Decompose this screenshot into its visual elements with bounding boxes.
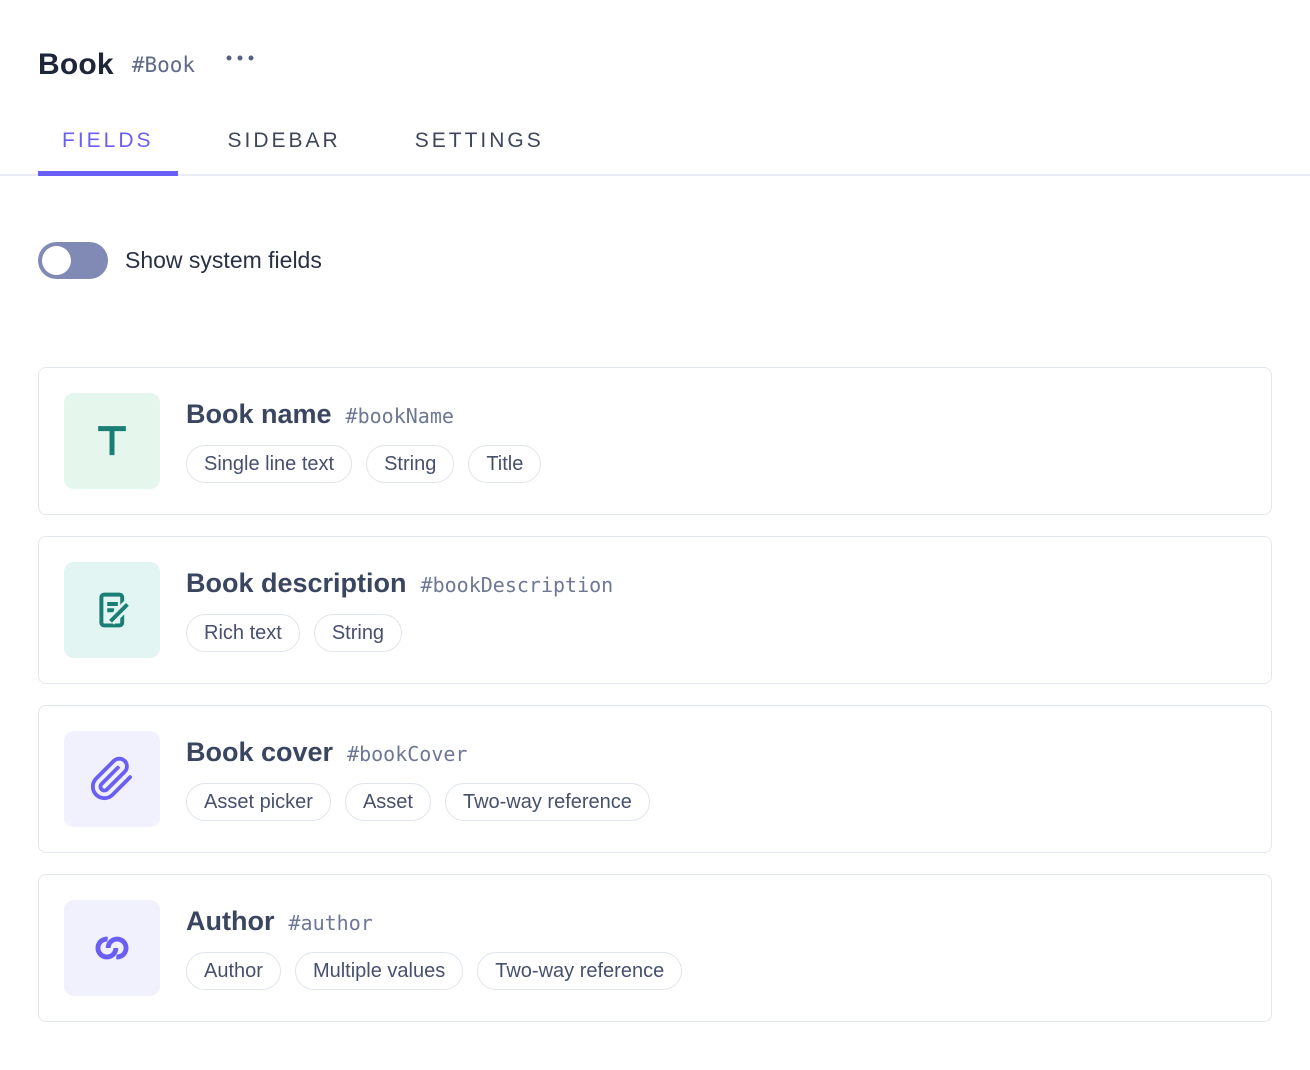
field-title-row: Book name #bookName xyxy=(186,399,541,430)
field-badge: Rich text xyxy=(186,614,300,652)
reference-icon xyxy=(64,900,160,996)
field-name: Book cover xyxy=(186,737,333,768)
field-badge: Asset xyxy=(345,783,431,821)
model-editor-page: Book #Book FIELDS SIDEBAR SETTINGS Show … xyxy=(0,0,1310,1022)
field-badge: Asset picker xyxy=(186,783,331,821)
toggle-knob xyxy=(42,246,71,275)
tab-fields-label: FIELDS xyxy=(62,129,154,152)
field-name: Book name xyxy=(186,399,332,430)
tab-fields[interactable]: FIELDS xyxy=(38,112,178,174)
field-body: Book name #bookName Single line text Stri… xyxy=(186,399,541,483)
single-line-text-icon xyxy=(64,393,160,489)
field-card[interactable]: Book name #bookName Single line text Stri… xyxy=(38,367,1272,515)
field-name: Book description xyxy=(186,568,407,599)
field-name: Author xyxy=(186,906,274,937)
show-system-fields-toggle[interactable] xyxy=(38,242,108,279)
field-body: Author #author Author Multiple values Two-… xyxy=(186,906,682,990)
field-badge: Multiple values xyxy=(295,952,463,990)
model-header: Book #Book xyxy=(38,46,1272,84)
field-badge: String xyxy=(366,445,454,483)
field-card[interactable]: Book cover #bookCover Asset picker Asset T… xyxy=(38,705,1272,853)
field-api-id: #bookName xyxy=(346,404,454,428)
tab-bar: FIELDS SIDEBAR SETTINGS xyxy=(0,112,1310,176)
field-badges: Asset picker Asset Two-way reference xyxy=(186,783,650,821)
field-badge: Author xyxy=(186,952,281,990)
field-badges: Single line text String Title xyxy=(186,445,541,483)
field-body: Book cover #bookCover Asset picker Asset T… xyxy=(186,737,650,821)
field-title-row: Book cover #bookCover xyxy=(186,737,650,768)
field-badge: Two-way reference xyxy=(445,783,650,821)
field-card[interactable]: Author #author Author Multiple values Two-… xyxy=(38,874,1272,1022)
model-menu-button[interactable] xyxy=(221,50,259,66)
model-api-id: #Book xyxy=(132,53,195,77)
field-title-row: Author #author xyxy=(186,906,682,937)
show-system-fields-row: Show system fields xyxy=(38,242,1272,279)
field-api-id: #bookCover xyxy=(347,742,467,766)
field-badge: Two-way reference xyxy=(477,952,682,990)
rich-text-icon xyxy=(64,562,160,658)
field-badges: Rich text String xyxy=(186,614,613,652)
field-list: Book name #bookName Single line text Stri… xyxy=(38,367,1272,1022)
tab-sidebar[interactable]: SIDEBAR xyxy=(204,112,365,174)
ellipsis-icon xyxy=(225,54,255,62)
tab-sidebar-label: SIDEBAR xyxy=(228,129,341,152)
tab-settings[interactable]: SETTINGS xyxy=(391,112,568,174)
field-badge: String xyxy=(314,614,402,652)
field-badge: Title xyxy=(468,445,541,483)
field-api-id: #author xyxy=(288,911,372,935)
show-system-fields-label: Show system fields xyxy=(125,247,322,274)
field-card[interactable]: Book description #bookDescription Rich t… xyxy=(38,536,1272,684)
field-badge: Single line text xyxy=(186,445,352,483)
field-body: Book description #bookDescription Rich t… xyxy=(186,568,613,652)
paperclip-icon xyxy=(64,731,160,827)
field-api-id: #bookDescription xyxy=(421,573,614,597)
page-title: Book xyxy=(38,46,114,84)
field-title-row: Book description #bookDescription xyxy=(186,568,613,599)
tab-settings-label: SETTINGS xyxy=(415,129,544,152)
field-badges: Author Multiple values Two-way reference xyxy=(186,952,682,990)
